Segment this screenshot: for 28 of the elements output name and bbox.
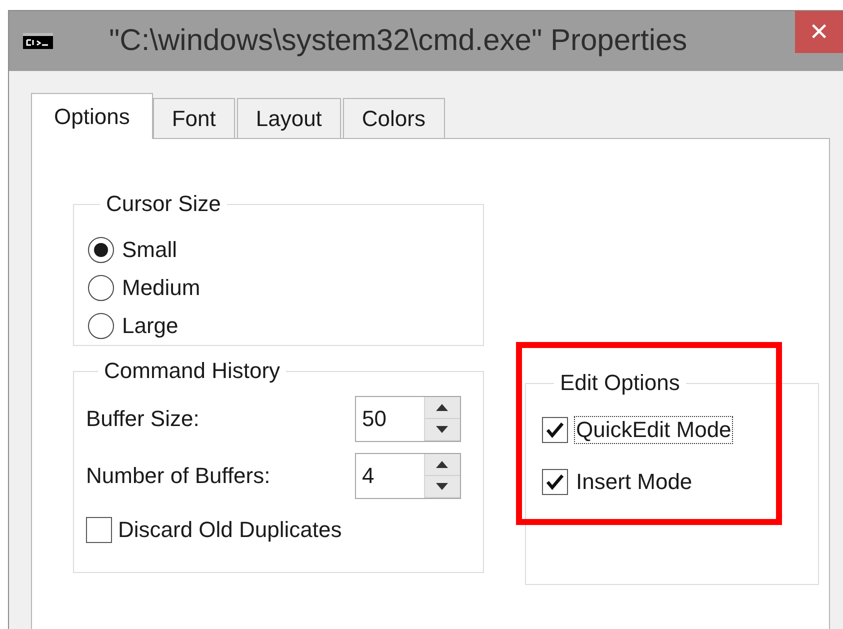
tab[interactable]: Font	[152, 98, 235, 138]
number-spinner[interactable]: 50	[355, 396, 461, 442]
group-title: Command History	[103, 358, 282, 384]
checkbox-label[interactable]: Insert Mode	[574, 468, 694, 496]
checkbox[interactable]	[86, 517, 112, 543]
checkbox[interactable]	[542, 469, 568, 495]
console-icon	[23, 33, 53, 49]
number-spinner[interactable]: 4	[355, 453, 461, 499]
field-label: Buffer Size:	[86, 406, 200, 432]
radio-button[interactable]	[88, 313, 114, 339]
radio-label[interactable]: Medium	[122, 275, 200, 301]
checkbox-label[interactable]: QuickEdit Mode	[574, 416, 734, 444]
group-title: Edit Options	[559, 370, 681, 396]
close-button[interactable]: ✕	[795, 11, 843, 53]
group-title: Cursor Size	[105, 191, 222, 217]
radio-label[interactable]: Small	[122, 237, 178, 263]
number-value: 50	[361, 405, 388, 433]
tab[interactable]: Options	[31, 93, 153, 139]
checkbox-label[interactable]: Discard Old Duplicates	[118, 517, 342, 543]
tab[interactable]: Layout	[236, 98, 341, 138]
tab[interactable]: Colors	[342, 98, 444, 138]
window-title: "C:\windows\system32\cmd.exe" Properties	[109, 24, 688, 58]
radio-button[interactable]	[88, 275, 114, 301]
radio-button[interactable]	[88, 237, 114, 263]
radio-label[interactable]: Large	[122, 313, 178, 339]
field-label: Number of Buffers:	[86, 463, 270, 489]
checkbox[interactable]	[542, 417, 568, 443]
number-value: 4	[361, 462, 376, 490]
